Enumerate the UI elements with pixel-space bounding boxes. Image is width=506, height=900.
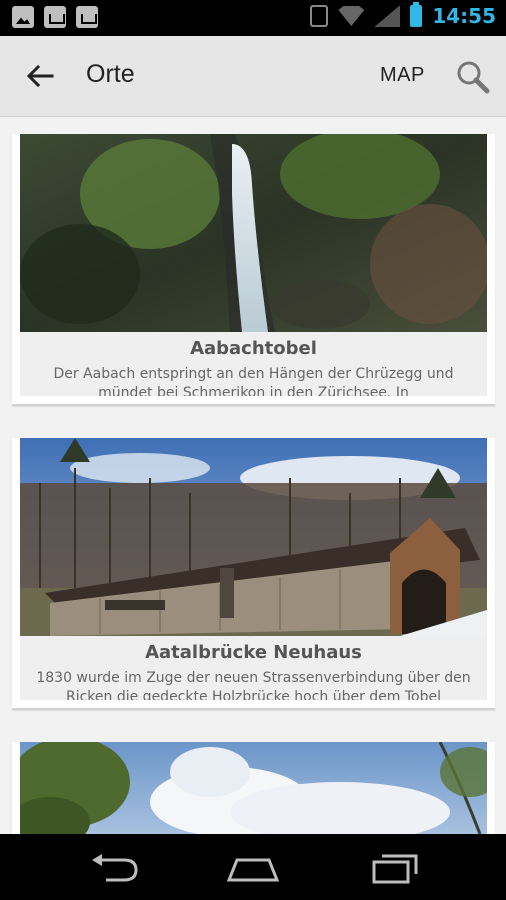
bag-check-icon [76,6,98,28]
recents-nav-icon[interactable] [368,852,424,884]
status-clock: 14:55 [432,4,496,28]
place-name: Aatalbrücke Neuhaus [145,642,362,663]
place-image [20,438,487,636]
place-description: 1830 wurde im Zuge der neuen Strassenver… [36,670,471,700]
page-title: Orte [86,60,135,88]
gallery-icon [12,6,34,28]
back-nav-icon[interactable] [86,852,142,884]
place-image [20,134,487,332]
map-button[interactable]: MAP [380,64,425,87]
search-icon[interactable] [456,60,490,94]
place-card[interactable] [12,742,495,834]
wifi-icon [338,6,365,26]
signal-icon [374,5,401,27]
place-caption: Aatalbrücke Neuhaus 1830 wurde im Zuge d… [20,636,487,700]
place-description: Der Aabach entspringt an den Hängen der … [53,366,454,396]
place-name: Aabachtobel [190,338,317,359]
navigation-bar [0,834,506,900]
system-icons: 14:55 [310,2,496,28]
bag-icon [44,6,66,28]
place-card[interactable]: Aatalbrücke Neuhaus 1830 wurde im Zuge d… [12,438,495,710]
home-nav-icon[interactable] [225,852,281,884]
app-bar: Orte MAP [0,36,506,117]
place-image [20,742,487,834]
notification-icons [12,6,98,28]
places-list[interactable]: Aabachtobel Der Aabach entspringt an den… [0,116,506,834]
place-caption: Aabachtobel Der Aabach entspringt an den… [20,332,487,396]
battery-icon [410,2,423,27]
place-card[interactable]: Aabachtobel Der Aabach entspringt an den… [12,134,495,406]
back-arrow-icon[interactable] [24,60,56,92]
status-bar: 14:55 [0,0,506,36]
vibrate-icon [310,5,329,27]
